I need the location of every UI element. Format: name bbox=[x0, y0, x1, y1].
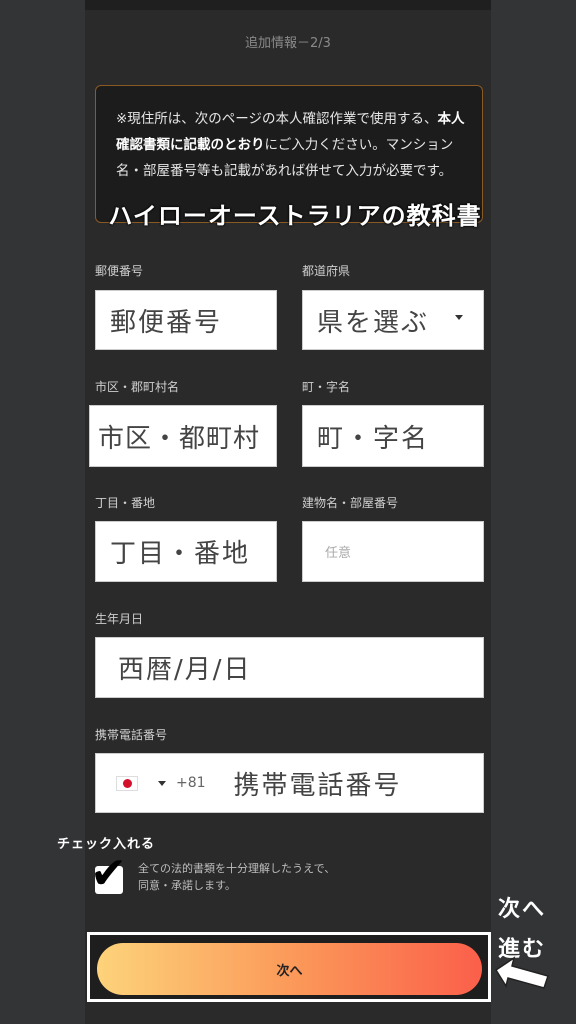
postal-input[interactable]: 郵便番号 bbox=[95, 290, 277, 350]
step-indicator: 追加情報－2/3 bbox=[245, 36, 331, 51]
town-placeholder: 町・字名 bbox=[317, 423, 430, 454]
block-label: 丁目・番地 bbox=[95, 496, 156, 510]
building-placeholder: 任意 bbox=[325, 546, 352, 561]
city-label: 市区・郡町村名 bbox=[95, 380, 180, 394]
birth-placeholder: 西暦/月/日 bbox=[118, 655, 252, 685]
agreement-line-1: 全ての法的書類を十分理解したうえで、 bbox=[138, 862, 336, 875]
prefecture-label: 都道府県 bbox=[302, 264, 351, 278]
side-annotation-line-1: 次へ bbox=[498, 897, 547, 922]
birth-input[interactable]: 西暦/月/日 bbox=[95, 637, 484, 698]
phone-placeholder: 携帯電話番号 bbox=[233, 770, 402, 801]
phone-input[interactable]: +81 携帯電話番号 bbox=[95, 753, 484, 813]
city-input[interactable]: 市区・都町村 bbox=[89, 405, 277, 467]
agreement-line-2: 同意・承諾します。 bbox=[138, 879, 236, 892]
checkmark-icon: ✔ bbox=[90, 848, 127, 899]
block-placeholder: 丁目・番地 bbox=[110, 539, 251, 569]
next-button-label: 次へ bbox=[276, 963, 303, 979]
postal-label: 郵便番号 bbox=[95, 264, 144, 278]
panel-top-bar bbox=[85, 0, 491, 10]
agreement-text: 全ての法的書類を十分理解したうえで、 同意・承諾します。 bbox=[138, 860, 335, 894]
town-input[interactable]: 町・字名 bbox=[302, 405, 484, 467]
chevron-down-icon bbox=[455, 315, 463, 320]
japan-flag-icon[interactable] bbox=[116, 775, 138, 791]
town-label: 町・字名 bbox=[302, 380, 351, 394]
next-button[interactable]: 次へ bbox=[97, 943, 482, 995]
arrow-left-icon bbox=[494, 956, 549, 989]
prefecture-value: 県を選ぶ bbox=[317, 307, 430, 338]
phone-label: 携帯電話番号 bbox=[95, 728, 168, 742]
building-label: 建物名・部屋番号 bbox=[302, 496, 399, 510]
postal-placeholder: 郵便番号 bbox=[110, 307, 223, 338]
notice-text-1: ※現住所は、次のページの本人確認作業で使用する、 bbox=[116, 111, 438, 127]
building-input[interactable]: 任意 bbox=[302, 521, 484, 582]
birth-label: 生年月日 bbox=[95, 612, 144, 626]
overlay-title: ハイローオーストラリアの教科書 bbox=[108, 202, 482, 230]
dial-code: +81 bbox=[176, 775, 206, 791]
chevron-down-icon[interactable] bbox=[158, 780, 166, 786]
block-input[interactable]: 丁目・番地 bbox=[95, 521, 277, 582]
prefecture-select[interactable]: 県を選ぶ bbox=[302, 290, 484, 350]
city-placeholder: 市区・都町村 bbox=[98, 423, 261, 454]
